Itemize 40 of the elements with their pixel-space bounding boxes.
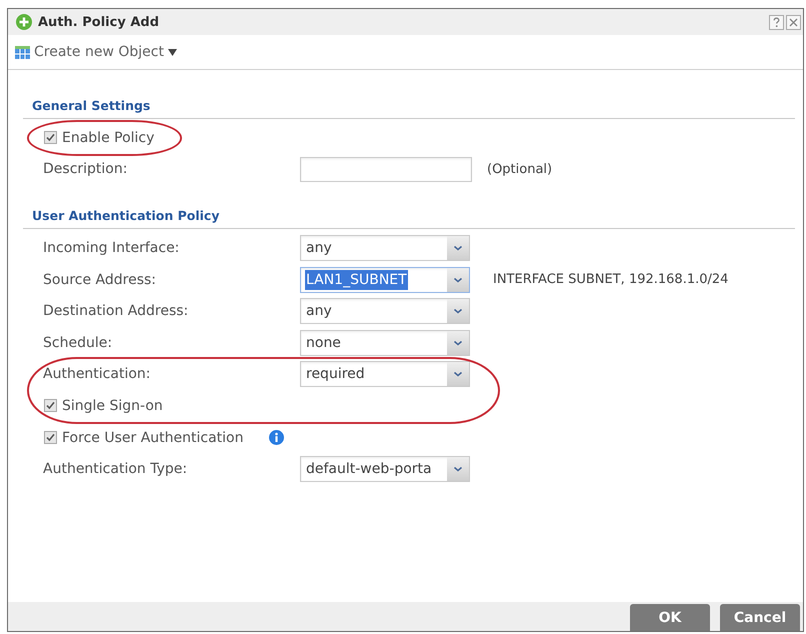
- field-label: Description:: [43, 161, 128, 178]
- section-heading: User Authentication Policy: [32, 208, 220, 224]
- checkbox-label: Single Sign-on: [62, 398, 163, 414]
- chevron-down-icon: [447, 330, 469, 355]
- dropdown[interactable]: default-web-porta: [300, 456, 470, 482]
- dropdown[interactable]: any: [300, 234, 470, 261]
- field-label: Source Address:: [43, 272, 158, 288]
- dialog-button[interactable]: Cancel: [720, 604, 800, 631]
- checkbox-label: Enable Policy: [62, 130, 154, 146]
- field-note: (Optional): [487, 162, 554, 177]
- chevron-down-icon: [447, 236, 469, 260]
- field-label: Authentication:: [43, 366, 152, 382]
- field-label: Incoming Interface:: [43, 240, 180, 256]
- window-title: Auth. Policy Add: [38, 14, 159, 30]
- chevron-down-icon: [447, 457, 469, 482]
- chevron-down-icon: [447, 362, 469, 386]
- create-object-menu[interactable]: Create new Object: [15, 44, 177, 60]
- chevron-down-icon: [447, 268, 469, 292]
- close-icon[interactable]: [786, 14, 801, 30]
- field-label: Authentication Type:: [43, 461, 188, 478]
- dropdown[interactable]: any: [300, 298, 470, 324]
- chevron-down-icon: [447, 299, 469, 324]
- field-label: Destination Address:: [43, 303, 190, 320]
- dropdown[interactable]: required: [300, 361, 470, 388]
- field-note: INTERFACE SUBNET, 192.168.1.0/24: [493, 272, 730, 288]
- add-icon: [16, 14, 32, 30]
- field-label: Schedule:: [43, 334, 114, 351]
- dropdown[interactable]: LAN1_SUBNET: [300, 266, 470, 293]
- checkbox[interactable]: [44, 131, 57, 144]
- dropdown[interactable]: none: [300, 330, 470, 356]
- checkbox[interactable]: [44, 431, 57, 444]
- table-icon: [15, 44, 30, 60]
- help-icon[interactable]: [769, 14, 784, 30]
- description-field[interactable]: [300, 156, 472, 182]
- dialog-button[interactable]: OK: [630, 604, 710, 631]
- caret-icon: [168, 48, 177, 56]
- section-heading: General Settings: [32, 98, 150, 113]
- checkbox[interactable]: [44, 399, 57, 412]
- info-icon[interactable]: [269, 430, 284, 446]
- checkbox-label: Force User Authentication: [62, 430, 244, 446]
